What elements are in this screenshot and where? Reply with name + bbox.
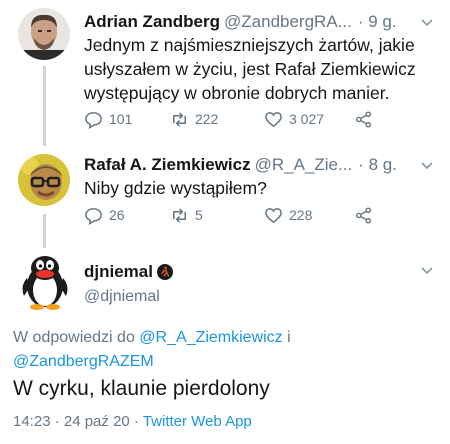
reply-joiner: i xyxy=(287,329,291,346)
like-count: 3 027 xyxy=(289,111,325,127)
share-icon xyxy=(355,110,372,128)
tweet-item[interactable]: Adrian Zandberg @ZandbergRA... · 9 g. Jedn… xyxy=(0,0,450,140)
like-button[interactable]: 228 xyxy=(264,206,354,225)
source-link[interactable]: Twitter Web App xyxy=(143,413,252,430)
retweet-icon xyxy=(173,111,186,127)
reply-mention-link[interactable]: @R_A_Ziemkiewicz xyxy=(139,329,282,346)
tweet-meta: 14:23 · 24 paź 20 · Twitter Web App xyxy=(13,413,252,430)
retweet-count: 5 xyxy=(195,207,203,223)
like-count: 228 xyxy=(289,207,313,223)
display-name[interactable]: Rafał A. Ziemkiewicz xyxy=(84,155,251,174)
accessibility-badge-icon xyxy=(156,264,173,280)
reply-button[interactable]: 26 xyxy=(84,206,170,225)
reply-mention-link[interactable]: @ZandbergRAZEM xyxy=(13,353,154,370)
heart-icon xyxy=(265,207,282,223)
reply-context: W odpowiedzi do @R_A_Ziemkiewicz i @Zand… xyxy=(13,326,343,374)
display-name[interactable]: djniemal xyxy=(84,262,153,282)
tweet-time[interactable]: · 9 g. xyxy=(358,12,397,31)
share-button[interactable] xyxy=(354,110,379,129)
display-name[interactable]: Adrian Zandberg xyxy=(84,12,220,31)
chevron-down-icon[interactable] xyxy=(420,158,434,172)
timestamp[interactable]: 14:23 · 24 paź 20 · xyxy=(13,413,139,430)
retweet-count: 222 xyxy=(195,111,219,127)
tweet-actions: 101 222 3 027 xyxy=(84,108,384,130)
tweet-text: Niby gdzie wystąpiłem? xyxy=(84,178,267,198)
tweet-header: Rafał A. Ziemkiewicz @R_A_Zie... · 8 g. xyxy=(84,154,397,176)
tweet-item[interactable]: Rafał A. Ziemkiewicz @R_A_Zie... · 8 g. Ni… xyxy=(0,148,450,238)
user-handle[interactable]: @R_A_Zie... xyxy=(255,155,353,174)
tweet-text: Jednym z najśmieszniejszych żartów, jaki… xyxy=(84,35,416,103)
tweet-time[interactable]: · 8 g. xyxy=(358,155,397,174)
heart-icon xyxy=(265,111,282,127)
avatar[interactable] xyxy=(16,252,74,310)
avatar[interactable] xyxy=(18,154,70,206)
reply-count: 101 xyxy=(109,111,133,127)
share-icon xyxy=(355,206,372,224)
reply-icon xyxy=(85,207,102,225)
chevron-down-icon[interactable] xyxy=(420,263,434,277)
tweet-header: Adrian Zandberg @ZandbergRA... · 9 g. xyxy=(84,11,397,33)
reply-icon xyxy=(85,111,102,129)
reply-count: 26 xyxy=(109,207,125,223)
main-tweet-author[interactable]: djniemal xyxy=(84,262,173,282)
chevron-down-icon[interactable] xyxy=(420,15,434,29)
avatar[interactable] xyxy=(18,8,70,60)
user-handle[interactable]: @djniemal xyxy=(84,288,160,306)
reply-prefix: W odpowiedzi do xyxy=(13,329,135,346)
share-button[interactable] xyxy=(354,206,379,225)
tweet-text: W cyrku, klaunie pierdolony xyxy=(13,377,270,400)
tweet-actions: 26 5 228 xyxy=(84,204,384,226)
reply-button[interactable]: 101 xyxy=(84,110,170,129)
penguin-avatar-icon xyxy=(22,256,68,310)
user-handle[interactable]: @ZandbergRA... xyxy=(224,12,352,31)
retweet-icon xyxy=(173,207,186,223)
like-button[interactable]: 3 027 xyxy=(264,110,354,129)
retweet-button[interactable]: 5 xyxy=(170,206,264,225)
retweet-button[interactable]: 222 xyxy=(170,110,264,129)
